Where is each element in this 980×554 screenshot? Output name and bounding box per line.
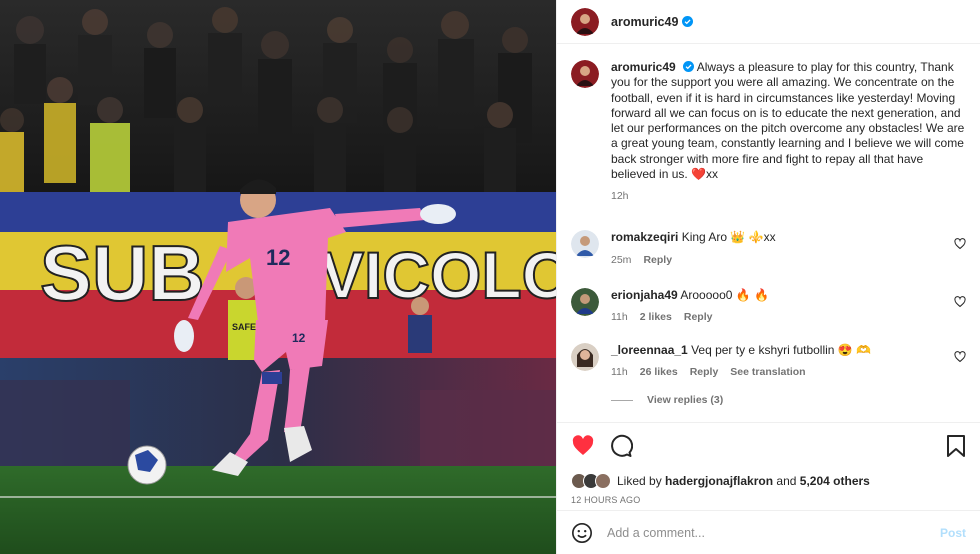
banner-text: SUB (40, 229, 205, 317)
caption-username[interactable]: aromuric49 (611, 60, 676, 74)
caption: aromuric49 Always a pleasure to play for… (571, 60, 966, 202)
comments-list: aromuric49 Always a pleasure to play for… (557, 44, 980, 420)
post-timestamp: 12 HOURS AGO (571, 495, 641, 505)
view-replies-button[interactable]: View replies (3) (611, 394, 966, 406)
like-comment-heart-icon[interactable] (954, 238, 966, 250)
post-header: aromuric49 (557, 0, 980, 44)
post-photo[interactable]: SUB VICOLOR SAFE (0, 0, 556, 554)
add-comment-bar: Post (557, 510, 980, 554)
comment-username[interactable]: erionjaha49 (611, 288, 678, 302)
post-comment-button[interactable]: Post (940, 526, 966, 540)
comment-username[interactable]: romakzeqiri (611, 230, 678, 244)
caption-text: Always a pleasure to play for this count… (611, 60, 965, 182)
comment-likes[interactable]: 26 likes (640, 366, 678, 378)
caption-time: 12h (611, 190, 629, 203)
football (127, 445, 167, 485)
comment-text: Veq per ty e kshyri futbollin 😍 🫶 (691, 342, 872, 357)
comment-time: 11h (611, 310, 628, 323)
post-details-panel: aromuric49 aromuric49 Always a pleasure … (556, 0, 980, 554)
likes-summary[interactable]: Liked by hadergjonajflakron and 5,204 ot… (571, 473, 966, 489)
shorts-number: 12 (292, 331, 306, 345)
liked-by-others[interactable]: 5,204 others (800, 474, 870, 488)
post-actions: Liked by hadergjonajflakron and 5,204 ot… (557, 422, 980, 505)
comment-item: _loreennaa_1 Veq per ty e kshyri futboll… (571, 342, 966, 379)
view-replies-label: View replies (3) (647, 394, 724, 407)
like-comment-heart-icon[interactable] (954, 295, 966, 308)
author-username[interactable]: aromuric49 (611, 15, 678, 29)
like-comment-heart-icon[interactable] (954, 351, 966, 363)
banner-text-2: VICOLOR (320, 238, 556, 312)
reply-button[interactable]: Reply (690, 366, 719, 378)
reply-button[interactable]: Reply (684, 311, 713, 323)
bookmark-icon[interactable] (946, 435, 966, 457)
comment-item: erionjaha49 Arooooo0 🔥 🔥 11h 2 likes Rep… (571, 287, 966, 323)
commenter-avatar[interactable] (571, 230, 599, 259)
comment-text: Arooooo0 🔥 🔥 (680, 287, 769, 302)
replies-divider (611, 399, 633, 401)
commenter-avatar[interactable] (571, 287, 599, 316)
reply-button[interactable]: Reply (643, 254, 672, 266)
comment-time: 25m (611, 253, 632, 266)
verified-badge-icon (682, 16, 694, 27)
goalkeeper-photo: SUB VICOLOR SAFE (0, 0, 556, 554)
commenter-avatar[interactable] (571, 342, 599, 371)
comment-time: 11h (611, 366, 628, 379)
author-avatar[interactable] (571, 7, 599, 36)
emoji-icon[interactable] (571, 522, 593, 544)
liker-avatars (571, 473, 611, 489)
comment-bubble-icon[interactable] (609, 434, 633, 458)
verified-badge-icon (683, 61, 695, 72)
liked-by-prefix: Liked by (617, 474, 662, 488)
comment-item: romakzeqiri King Aro 👑 ⚜️хх 25m Reply (571, 230, 966, 266)
liked-by-user[interactable]: hadergjonajflakron (665, 474, 773, 488)
like-heart-icon[interactable] (571, 434, 595, 458)
liked-by-and: and (776, 474, 797, 488)
jersey-number: 12 (266, 245, 290, 270)
comment-text: King Aro 👑 ⚜️хх (681, 230, 776, 245)
comment-input[interactable] (607, 525, 940, 540)
caption-avatar[interactable] (571, 60, 599, 88)
comment-username[interactable]: _loreennaa_1 (611, 343, 688, 357)
comment-likes[interactable]: 2 likes (640, 311, 672, 323)
steward-vest-text: SAFE (232, 322, 256, 332)
see-translation-link[interactable]: See translation (730, 366, 805, 378)
